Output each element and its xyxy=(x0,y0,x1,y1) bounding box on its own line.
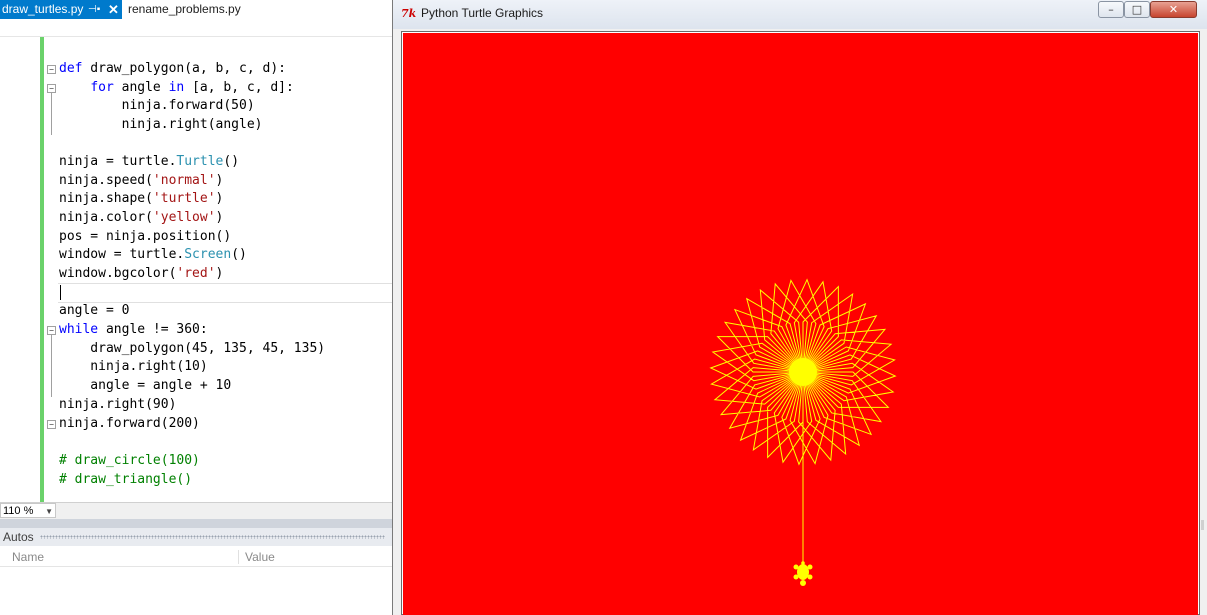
change-tracking-bar xyxy=(40,37,44,502)
close-icon[interactable]: ✕ xyxy=(108,0,119,19)
code-line: # draw_triangle() xyxy=(59,472,193,487)
zoom-value: 110 % xyxy=(3,505,34,517)
code-line: ninja.forward(200) xyxy=(59,416,200,431)
maximize-button[interactable]: □ xyxy=(1124,1,1150,18)
code-line: ninja.forward(50) xyxy=(59,98,255,113)
collapse-icon[interactable]: − xyxy=(47,65,56,74)
code-line: ninja.speed('normal') xyxy=(59,173,224,188)
turtle-drawing xyxy=(709,278,897,586)
code-line: for angle in [a, b, c, d]: xyxy=(90,80,294,95)
fold-guide xyxy=(51,93,52,135)
drag-grip[interactable] xyxy=(40,535,385,539)
code-line: def draw_polygon(a, b, c, d): xyxy=(59,61,286,76)
autos-panel: Autos Name Value xyxy=(0,528,392,615)
column-value-header[interactable]: Value xyxy=(245,548,275,566)
zoom-dropdown[interactable]: 110 % ▼ xyxy=(0,503,56,518)
code-line: window = turtle.Screen() xyxy=(59,247,247,262)
code-line: while angle != 360: xyxy=(59,322,208,337)
column-name-header[interactable]: Name xyxy=(12,548,44,566)
code-line: ninja.right(angle) xyxy=(59,117,263,132)
code-line: window.bgcolor('red') xyxy=(59,266,224,281)
code-line: # draw_circle(100) xyxy=(59,453,200,468)
current-line-highlight xyxy=(58,283,392,303)
window-titlebar[interactable]: 7k Python Turtle Graphics – □ ✕ xyxy=(393,0,1207,29)
code-line: pos = ninja.position() xyxy=(59,229,232,244)
resize-edge xyxy=(1201,520,1204,530)
code-line: ninja.right(10) xyxy=(59,359,208,374)
turtle-icon xyxy=(793,561,813,586)
autos-title: Autos xyxy=(3,530,34,544)
autos-title-bar[interactable]: Autos xyxy=(0,528,392,546)
collapse-icon[interactable]: − xyxy=(47,326,56,335)
turtle-canvas[interactable] xyxy=(403,33,1198,615)
chevron-down-icon[interactable]: ▼ xyxy=(45,504,53,519)
code-line: ninja.shape('turtle') xyxy=(59,191,224,206)
fold-guide xyxy=(51,335,52,397)
canvas-frame xyxy=(401,31,1200,615)
editor-status-strip: 110 % ▼ xyxy=(0,502,392,519)
editor-tab-bar: draw_turtles.py ⊣▪ ✕ rename_problems.py xyxy=(0,0,392,20)
minimize-button[interactable]: – xyxy=(1098,1,1124,18)
tk-icon: 7k xyxy=(401,7,417,20)
turtle-graphics-window: 7k Python Turtle Graphics – □ ✕ xyxy=(392,0,1207,615)
column-divider[interactable] xyxy=(238,550,239,564)
code-line: angle = angle + 10 xyxy=(59,378,232,393)
tab-draw-turtles[interactable]: draw_turtles.py ⊣▪ ✕ xyxy=(0,0,122,19)
window-title: Python Turtle Graphics xyxy=(421,6,544,20)
autos-column-header: Name Value xyxy=(0,548,392,567)
code-line: ninja = turtle.Turtle() xyxy=(59,154,240,169)
navigation-bar xyxy=(0,19,392,37)
code-line: ninja.right(90) xyxy=(59,397,177,412)
code-line: angle = 0 xyxy=(59,303,130,318)
collapse-icon[interactable]: − xyxy=(47,84,56,93)
collapse-icon[interactable]: − xyxy=(47,420,56,429)
panel-splitter[interactable] xyxy=(0,519,392,528)
pin-icon[interactable]: ⊣▪ xyxy=(88,0,100,19)
tab-rename-problems[interactable]: rename_problems.py xyxy=(122,0,278,19)
close-window-button[interactable]: ✕ xyxy=(1150,1,1197,18)
text-caret xyxy=(60,285,61,300)
code-editor[interactable]: − − − − def draw_polygon(a, b, c, d): fo… xyxy=(0,37,392,502)
code-line: ninja.color('yellow') xyxy=(59,210,224,225)
code-line: draw_polygon(45, 135, 45, 135) xyxy=(59,341,326,356)
tab-label: draw_turtles.py xyxy=(2,2,84,16)
